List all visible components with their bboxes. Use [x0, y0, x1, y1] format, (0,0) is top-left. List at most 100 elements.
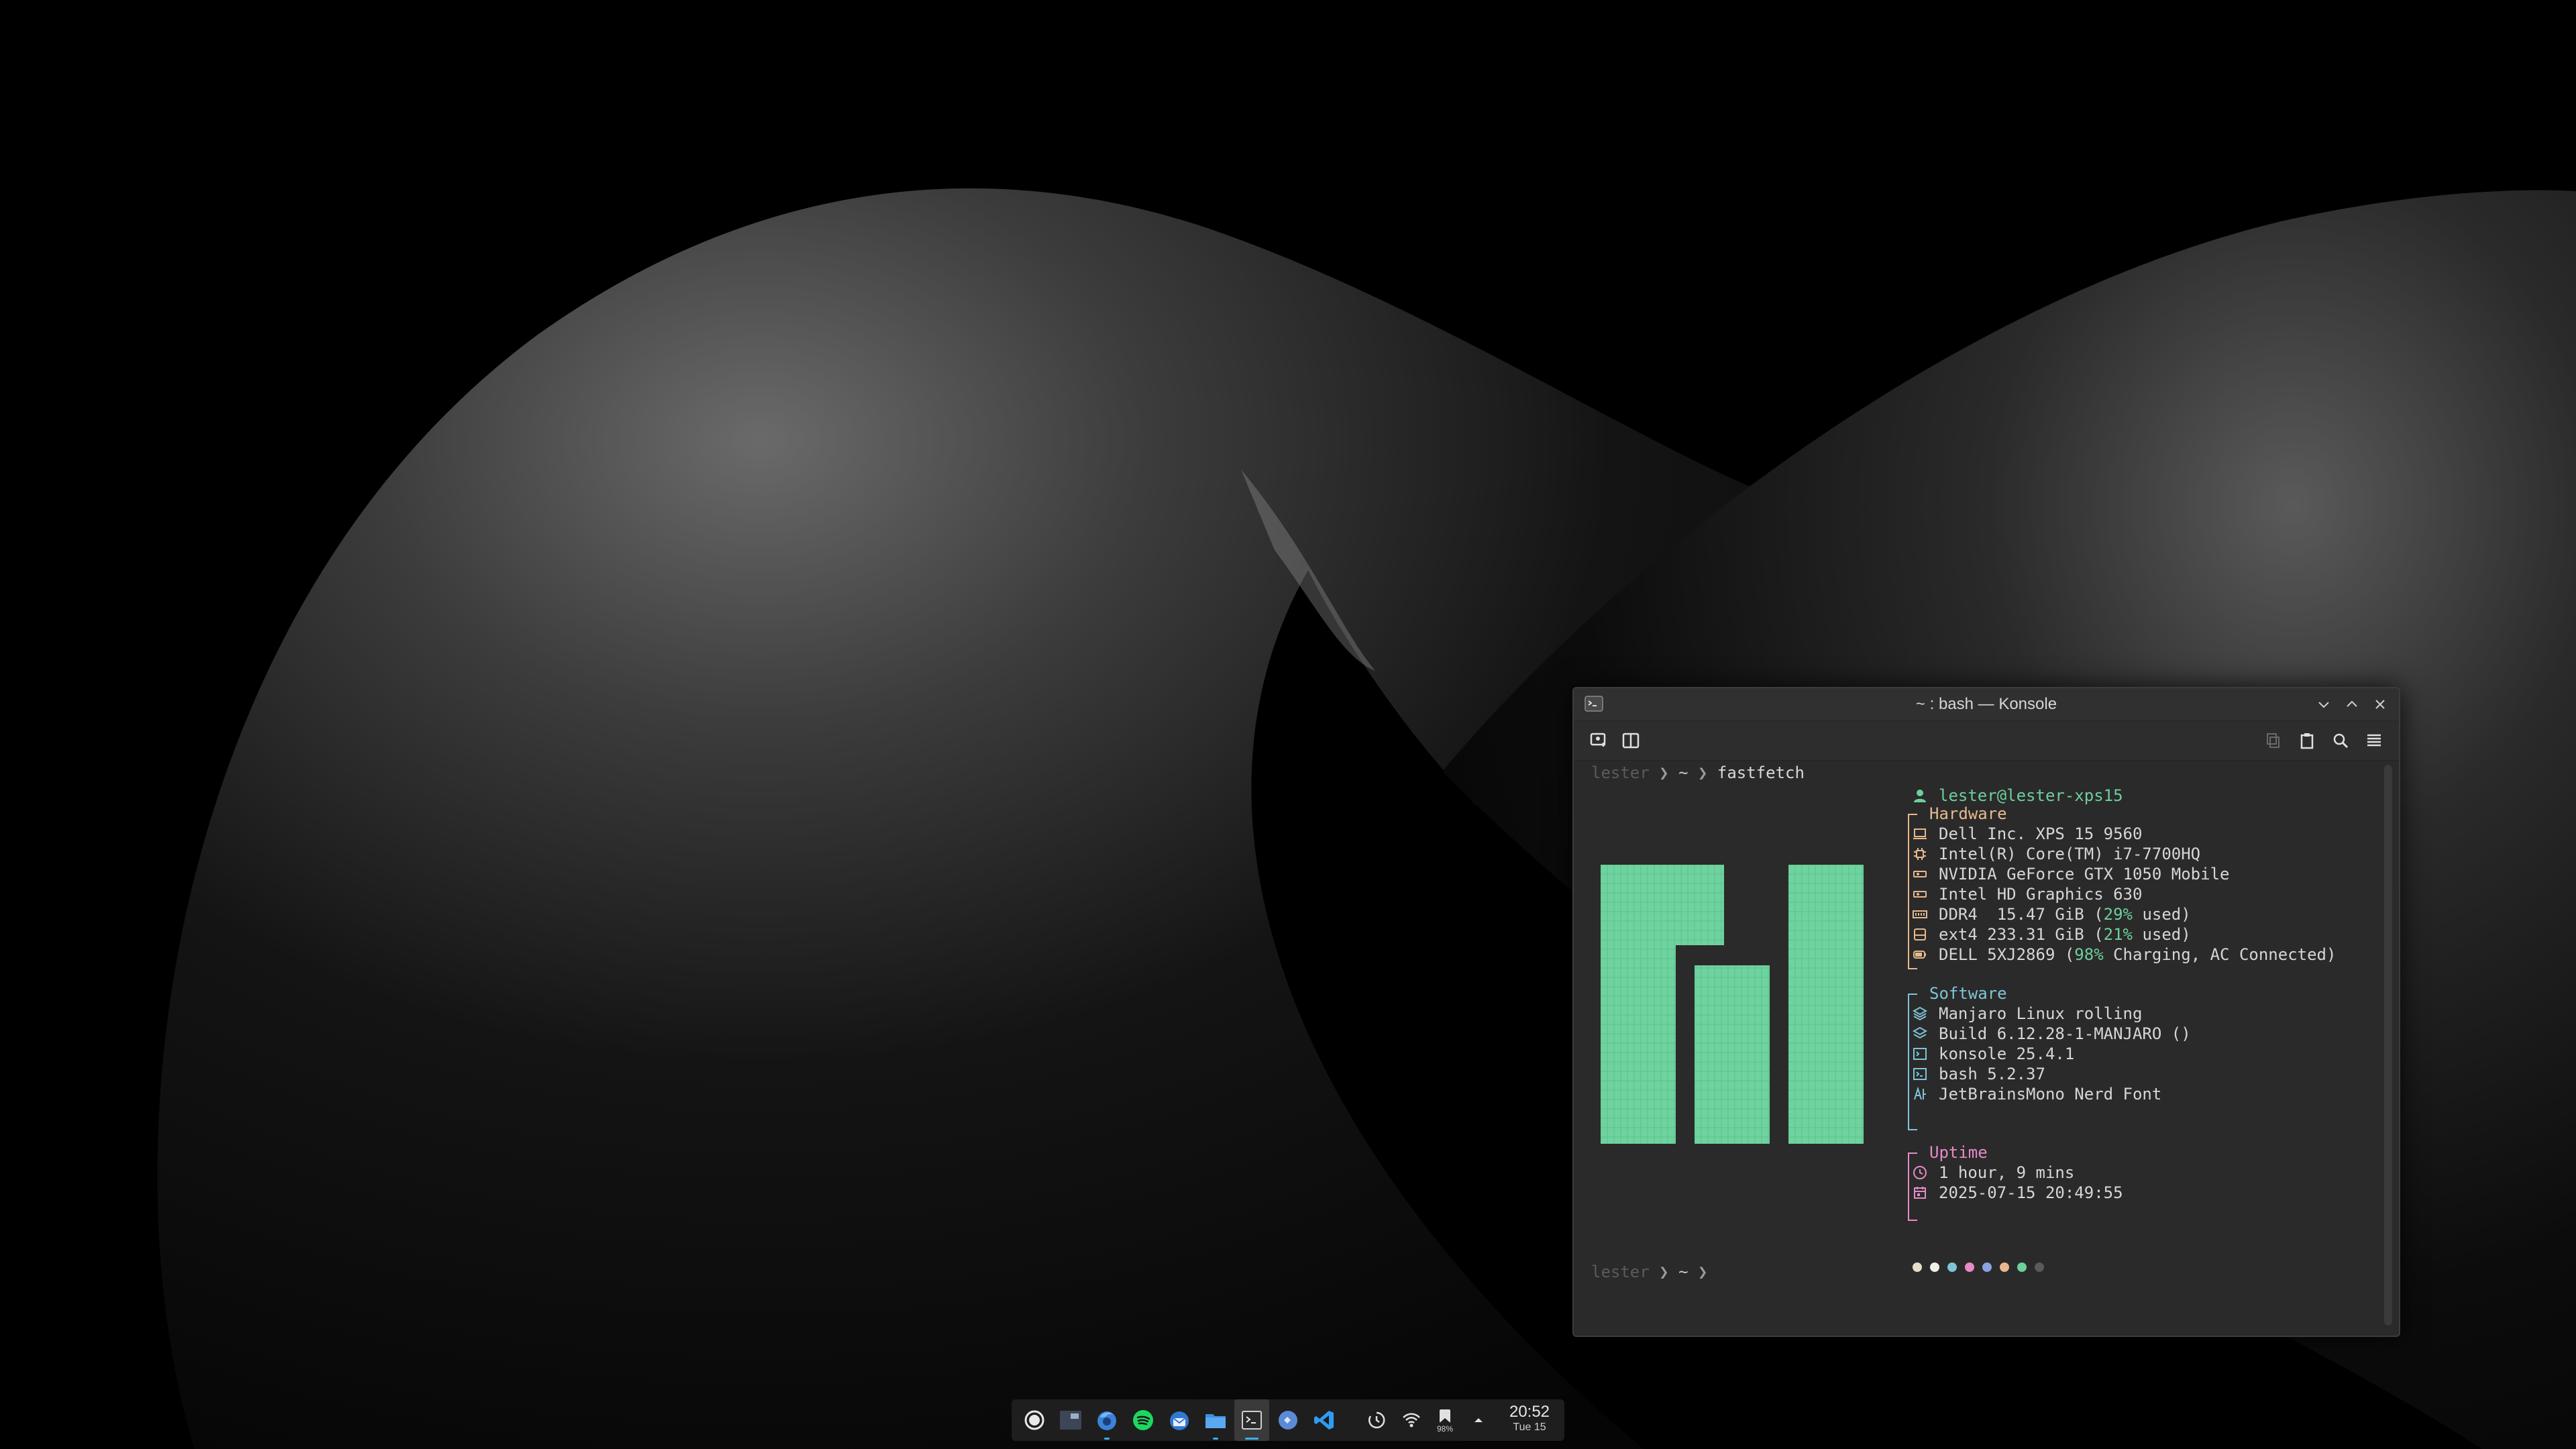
copy-icon — [2267, 733, 2279, 748]
prompt-command: fastfetch — [1717, 763, 1805, 782]
spotify-icon — [1133, 1410, 1153, 1430]
gpu-icon — [1913, 891, 1927, 898]
palette-swatch — [1913, 1263, 1922, 1272]
palette-swatch — [1982, 1263, 1992, 1272]
prompt-path: ~ — [1678, 1263, 1688, 1281]
title-bar[interactable]: ~ : bash — Konsole — [1574, 688, 2399, 721]
hardware-info-line: Dell Inc. XPS 15 9560 — [1939, 824, 2143, 843]
spotify-button[interactable] — [1126, 1399, 1161, 1441]
calendar-icon — [1914, 1187, 1926, 1199]
palette-swatch — [1947, 1263, 1957, 1272]
pager-button[interactable] — [1053, 1399, 1088, 1441]
gpu-icon — [1913, 871, 1927, 877]
terminal-scrollbar[interactable] — [2384, 765, 2392, 1326]
palette-swatch — [1965, 1263, 1974, 1272]
new-tab-button[interactable] — [1587, 729, 1610, 752]
shell-prompt-current[interactable]: lester ❯ ~ ❯ — [1591, 1262, 1707, 1282]
minimize-button[interactable] — [2313, 694, 2334, 715]
network-tray-button[interactable] — [1397, 1399, 1426, 1441]
prompt-arrow-icon: ❯ — [1697, 763, 1708, 782]
hardware-info-line: Intel(R) Core(TM) i7-7700HQ — [1939, 845, 2201, 863]
clock-date: Tue 15 — [1513, 1421, 1546, 1433]
memory-icon — [1913, 910, 1927, 918]
color-palette — [1913, 1263, 2044, 1272]
uptime-info-line: 1 hour, 9 mins — [1939, 1163, 2075, 1182]
konsole-window[interactable]: ~ : bash — Konsole lester ❯ ~ ❯ fastfetc… — [1572, 687, 2400, 1337]
discover-icon — [1279, 1411, 1297, 1430]
hardware-header: Hardware — [1929, 804, 2007, 823]
app-launcher-button[interactable] — [1017, 1399, 1052, 1441]
laptop-icon — [1913, 828, 1927, 839]
hardware-info-line: Intel HD Graphics 630 — [1939, 885, 2143, 904]
prompt-user: lester — [1591, 763, 1650, 782]
taskbar-panel: 98% 20:52 Tue 15 — [1012, 1399, 1564, 1441]
tray-expander-button[interactable] — [1465, 1399, 1492, 1441]
close-button[interactable] — [2369, 694, 2391, 715]
usage-percent: 98% — [2074, 945, 2104, 964]
window-title: ~ : bash — Konsole — [1915, 695, 2057, 713]
prompt-user: lester — [1591, 1263, 1650, 1281]
copy-button[interactable] — [2262, 729, 2285, 752]
digital-clock[interactable]: 20:52 Tue 15 — [1503, 1403, 1556, 1434]
battery-icon — [1913, 951, 1926, 959]
search-icon — [2333, 733, 2349, 749]
discover-button[interactable] — [1271, 1399, 1305, 1441]
manjaro-logo — [1601, 865, 1864, 1144]
clock-icon — [1913, 1166, 1927, 1179]
palette-swatch — [1930, 1263, 1939, 1272]
vscode-button[interactable] — [1307, 1399, 1342, 1441]
desktop-pager-icon — [1060, 1411, 1081, 1430]
hamburger-menu-icon — [2367, 734, 2381, 747]
prompt-arrow-icon: ❯ — [1697, 1263, 1708, 1281]
usage-percent: 29% — [2103, 905, 2133, 924]
software-info-line: bash 5.2.37 — [1939, 1065, 2045, 1083]
konsole-task-button[interactable] — [1234, 1399, 1269, 1441]
host-label: lester@lester-xps15 — [1939, 786, 2123, 805]
hardware-info-line: DDR4 15.47 GiB (29% used) — [1939, 905, 2191, 924]
paste-button[interactable] — [2296, 729, 2318, 752]
software-info-line: konsole 25.4.1 — [1939, 1044, 2075, 1063]
uptime-header: Uptime — [1929, 1143, 1988, 1162]
wifi-icon — [1403, 1413, 1420, 1428]
find-button[interactable] — [2329, 729, 2352, 752]
vscode-icon — [1314, 1411, 1334, 1430]
user-icon — [1914, 790, 1926, 802]
palette-swatch — [2035, 1263, 2044, 1272]
prompt-path: ~ — [1678, 763, 1688, 782]
clipboard-icon — [2300, 733, 2314, 749]
new-tab-icon — [1590, 733, 1606, 747]
os-icon — [1912, 1006, 1928, 1021]
split-view-button[interactable] — [1619, 729, 1642, 752]
palette-swatch — [2000, 1263, 2009, 1272]
menu-button[interactable] — [2363, 729, 2385, 752]
font-icon — [1914, 1086, 1926, 1100]
updates-tray-button[interactable] — [1362, 1399, 1391, 1441]
chevron-up-icon — [2347, 700, 2357, 707]
cpu-icon — [1914, 848, 1926, 860]
chevron-down-icon — [2318, 702, 2329, 708]
thunderbird-button[interactable] — [1162, 1399, 1197, 1441]
uptime-info-line: 2025-07-15 20:49:55 — [1939, 1183, 2123, 1202]
battery-tray-button[interactable]: 98% — [1430, 1399, 1460, 1441]
hardware-info-line: ext4 233.31 GiB (21% used) — [1939, 925, 2191, 944]
kernel-icon — [1912, 1026, 1928, 1039]
firefox-button[interactable] — [1089, 1399, 1124, 1441]
chevron-up-icon — [1474, 1418, 1483, 1422]
dolphin-button[interactable] — [1198, 1399, 1233, 1441]
update-status-icon — [1368, 1411, 1385, 1429]
software-header: Software — [1929, 984, 2007, 1003]
terminal-icon — [1913, 1048, 1927, 1060]
split-view-icon — [1622, 733, 1640, 749]
hardware-info-line: NVIDIA GeForce GTX 1050 Mobile — [1939, 865, 2230, 883]
uptime-bracket — [1908, 1152, 1917, 1221]
dolphin-files-icon — [1205, 1414, 1226, 1428]
software-info-line: Manjaro Linux rolling — [1939, 1004, 2143, 1023]
konsole-toolbar — [1574, 721, 2399, 761]
software-info-line: JetBrainsMono Nerd Font — [1939, 1085, 2162, 1104]
maximize-button[interactable] — [2341, 694, 2363, 715]
palette-swatch — [2017, 1263, 2027, 1272]
close-icon — [2375, 700, 2385, 709]
terminal-output[interactable]: lester ❯ ~ ❯ fastfetch lester@lester-xps… — [1574, 761, 2379, 1334]
thunderbird-icon — [1170, 1411, 1189, 1430]
app-launcher-icon — [1024, 1410, 1044, 1430]
